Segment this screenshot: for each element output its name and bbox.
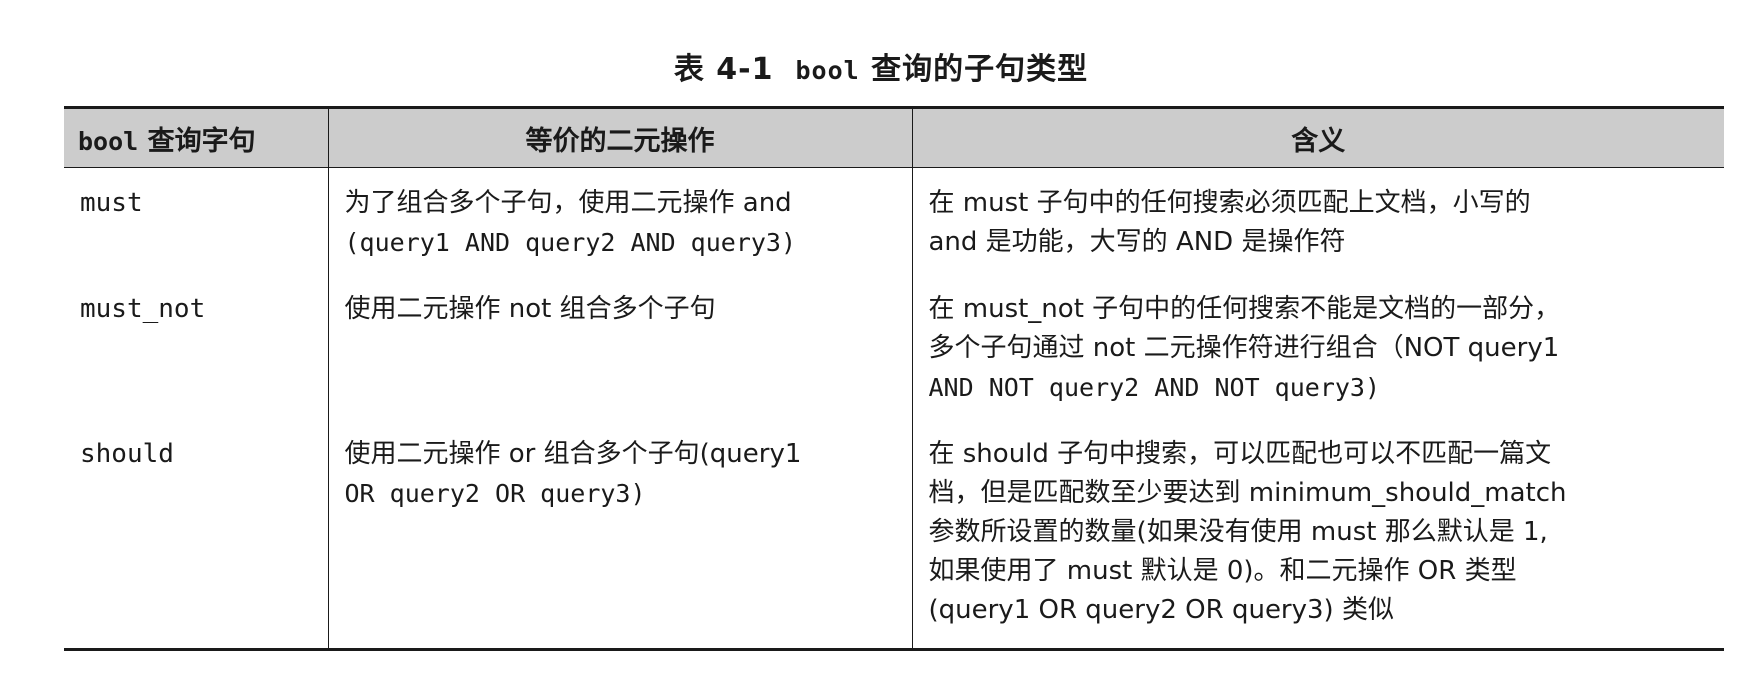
equivalent-cell: 使用二元操作 or 组合多个子句(query1 OR query2 OR que… (327, 419, 912, 651)
text-line: 为了组合多个子句，使用二元操作 and (344, 188, 792, 218)
equivalent-cell: 为了组合多个子句，使用二元操作 and (query1 AND query2 A… (327, 167, 912, 274)
text-line: OR query2 OR query3) (344, 479, 646, 508)
text-line: 使用二元操作 or 组合多个子句(query1 (344, 439, 802, 469)
header-clause-text: 查询字句 (147, 125, 256, 157)
table-row-should: should 使用二元操作 or 组合多个子句(query1 OR query2… (64, 419, 1724, 651)
text-line: 使用二元操作 not 组合多个子句 (344, 294, 716, 324)
meaning-cell: 在 must 子句中的任何搜索必须匹配上文档，小写的 and 是功能，大写的 A… (911, 167, 1724, 274)
header-clause-keyword: bool (78, 126, 139, 156)
text-line: 档，但是匹配数至少要达到 minimum_should_match (928, 478, 1567, 508)
bool-clause-table: bool 查询字句 等价的二元操作 含义 must 为了组合多个子句，使用二元操… (64, 106, 1724, 651)
text-line: AND NOT query2 AND NOT query3) (928, 373, 1381, 402)
caption-text: 查询的子句类型 (871, 52, 1089, 87)
header-row: bool 查询字句 等价的二元操作 含义 (64, 106, 1724, 168)
text-line: 在 must_not 子句中的任何搜索不能是文档的一部分， (928, 294, 1561, 324)
header-clause: bool 查询字句 (64, 106, 328, 168)
text-line: 在 must 子句中的任何搜索必须匹配上文档，小写的 (928, 188, 1531, 218)
meaning-cell: 在 must_not 子句中的任何搜索不能是文档的一部分， 多个子句通过 not… (911, 274, 1724, 419)
table-caption: 表 4-1 bool 查询的子句类型 (0, 44, 1762, 88)
meaning-cell: 在 should 子句中搜索，可以匹配也可以不匹配一篇文 档，但是匹配数至少要达… (911, 419, 1724, 651)
table-number: 表 4-1 (673, 52, 774, 87)
text-line: (query1 AND query2 AND query3) (344, 228, 797, 257)
table-row-must: must 为了组合多个子句，使用二元操作 and (query1 AND que… (64, 167, 1724, 274)
text-line: 多个子句通过 not 二元操作符进行组合（NOT query1 (928, 333, 1560, 363)
text-line: 参数所设置的数量(如果没有使用 must 那么默认是 1, (928, 517, 1548, 547)
clause-cell: must (80, 188, 143, 218)
text-line: 如果使用了 must 默认是 0)。和二元操作 OR 类型 (928, 556, 1517, 586)
text-line: (query1 OR query2 OR query3) 类似 (928, 595, 1394, 625)
header-meaning: 含义 (911, 106, 1724, 168)
caption-keyword: bool (795, 56, 860, 85)
header-equivalent: 等价的二元操作 (327, 106, 912, 168)
table-row-must-not: must_not 使用二元操作 not 组合多个子句 在 must_not 子句… (64, 274, 1724, 419)
clause-cell: must_not (80, 294, 206, 324)
text-line: 在 should 子句中搜索，可以匹配也可以不匹配一篇文 (928, 439, 1552, 469)
clause-cell: should (64, 419, 328, 651)
equivalent-cell: 使用二元操作 not 组合多个子句 (327, 274, 912, 419)
text-line: and 是功能，大写的 AND 是操作符 (928, 227, 1346, 257)
